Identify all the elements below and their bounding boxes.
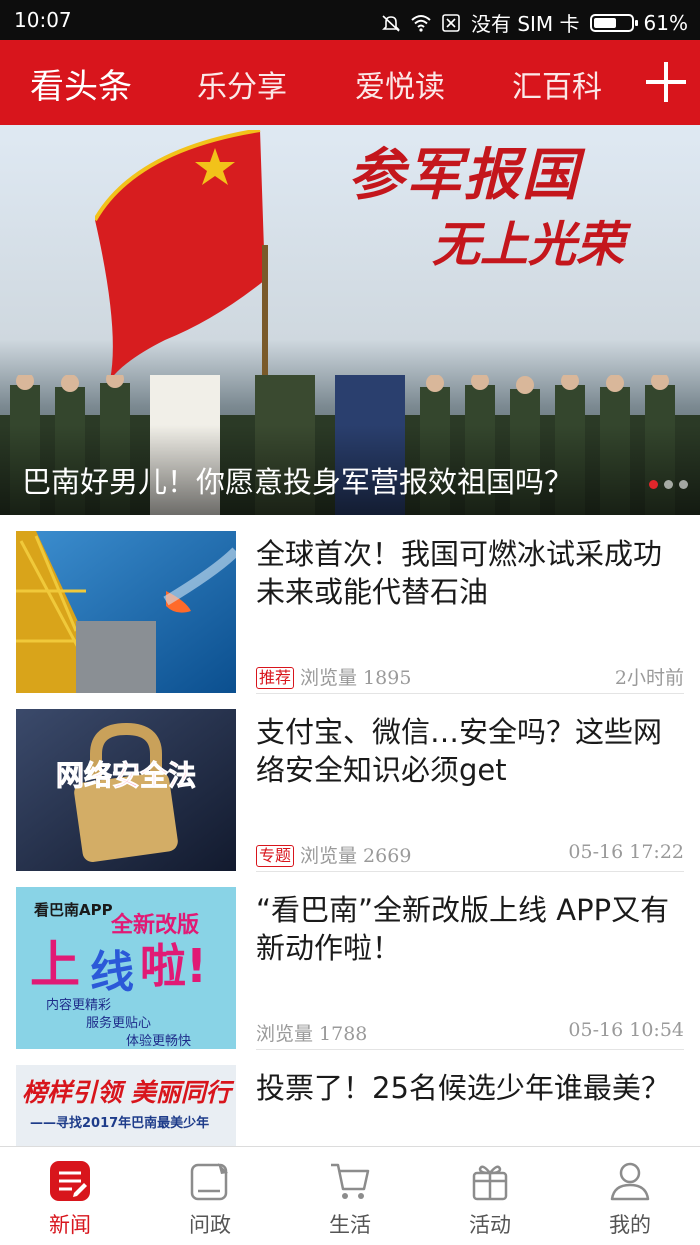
- thumbnail-text: 内容更精彩: [46, 997, 111, 1013]
- news-item[interactable]: 看巴南APP 全新改版 上 线 啦! 内容更精彩 服务更贴心 体验更畅快 “看巴…: [0, 871, 700, 1050]
- cart-icon: [331, 1163, 370, 1199]
- thumbnail-text: ——寻找2017年巴南最美少年: [30, 1115, 209, 1131]
- mute-icon: [382, 14, 400, 32]
- news-thumbnail: 网络安全法: [16, 709, 236, 871]
- thumbnail-text: 网络安全法: [56, 759, 196, 792]
- tab-inquiry[interactable]: 问政: [140, 1147, 280, 1245]
- news-item[interactable]: 网络安全法 支付宝、微信…安全吗？这些网络安全知识必须get 专题 浏览量 266…: [0, 693, 700, 872]
- tab-label: 我的: [609, 1213, 651, 1237]
- news-meta: 推荐 浏览量 1895 2小时前: [256, 663, 684, 691]
- top-nav: 看头条 乐分享 爱悦读 汇百科: [0, 40, 700, 125]
- news-thumbnail: [16, 531, 236, 693]
- news-title: 投票了！25名候选少年谁最美？: [256, 1071, 670, 1105]
- tab-label: 活动: [469, 1213, 511, 1237]
- thumbnail-text: 全新改版: [110, 912, 199, 938]
- thumbnail-text: 啦!: [140, 939, 207, 993]
- inquiry-icon: [190, 1163, 228, 1201]
- tab-wiki[interactable]: 汇百科: [512, 62, 602, 106]
- banner-carousel[interactable]: 参军报国 无上光荣 巴南好男儿！你愿意投身军营报效祖国吗？: [0, 125, 700, 515]
- view-count: 浏览量 2669: [300, 845, 412, 867]
- teen-vote-image: 榜样引领 美丽同行 ——寻找2017年巴南最美少年: [16, 1065, 236, 1146]
- publish-time: 05-16 17:22: [568, 841, 684, 863]
- news-meta: 浏览量 1788 05-16 10:54: [256, 1019, 684, 1047]
- wifi-icon: [411, 14, 431, 32]
- view-count: 浏览量 1788: [256, 1023, 368, 1045]
- publish-time: 05-16 10:54: [568, 1019, 684, 1041]
- status-indicators: 没有 SIM 卡 61%: [381, 8, 688, 37]
- news-title: 支付宝、微信…安全吗？这些网络安全知识必须get: [256, 715, 663, 787]
- bottom-tab-bar: 新闻 问政 生活 活动 我的: [0, 1146, 700, 1245]
- publish-time: 2小时前: [614, 667, 684, 689]
- tab-label: 问政: [189, 1213, 231, 1237]
- news-title: “看巴南”全新改版上线 APP又有新动作啦！: [256, 893, 670, 965]
- news-title: 全球首次！我国可燃冰试采成功 未来或能代替石油: [256, 537, 663, 609]
- thumbnail-text: 榜样引领 美丽同行: [22, 1078, 235, 1107]
- gift-icon: [472, 1165, 508, 1201]
- tab-share[interactable]: 乐分享: [197, 62, 287, 106]
- thumbnail-text: 体验更畅快: [126, 1033, 191, 1049]
- thumbnail-text: 看巴南APP: [34, 901, 113, 919]
- no-sim-icon: [442, 13, 460, 32]
- tab-label: 生活: [329, 1213, 371, 1237]
- tag-badge: 专题: [256, 845, 295, 867]
- news-icon: [50, 1161, 90, 1201]
- tab-profile[interactable]: 我的: [560, 1147, 700, 1245]
- tab-news[interactable]: 新闻: [0, 1147, 140, 1245]
- tab-activity[interactable]: 活动: [420, 1147, 560, 1245]
- news-meta: 专题 浏览量 2669 05-16 17:22: [256, 841, 684, 869]
- news-thumbnail: 看巴南APP 全新改版 上 线 啦! 内容更精彩 服务更贴心 体验更畅快: [16, 887, 236, 1049]
- battery-icon: [589, 13, 638, 32]
- drilling-platform-image: [16, 531, 236, 693]
- tab-life[interactable]: 生活: [280, 1147, 420, 1245]
- banner-slogan-1: 参军报国: [348, 142, 580, 208]
- news-item[interactable]: 榜样引领 美丽同行 ——寻找2017年巴南最美少年 投票了！25名候选少年谁最美…: [0, 1049, 700, 1146]
- battery-level: [593, 17, 616, 28]
- carousel-dot: [649, 480, 658, 489]
- plus-icon[interactable]: [646, 62, 686, 102]
- sim-status: 没有 SIM 卡: [470, 12, 580, 36]
- tag-badge: 推荐: [256, 667, 295, 689]
- app-promo-image: 看巴南APP 全新改版 上 线 啦! 内容更精彩 服务更贴心 体验更畅快: [16, 887, 236, 1049]
- status-time: 10:07: [14, 8, 72, 32]
- carousel-dot: [664, 480, 673, 489]
- profile-icon: [610, 1162, 650, 1201]
- status-bar: 10:07 没有 SIM 卡 61%: [0, 0, 700, 40]
- lock-image: 网络安全法: [16, 709, 236, 871]
- banner-slogan-2: 无上光荣: [432, 217, 625, 273]
- carousel-dot: [679, 480, 688, 489]
- thumbnail-text: 线: [90, 947, 134, 998]
- tab-read[interactable]: 爱悦读: [355, 62, 445, 106]
- news-item[interactable]: 全球首次！我国可燃冰试采成功 未来或能代替石油 推荐 浏览量 1895 2小时前: [0, 515, 700, 694]
- news-thumbnail: 榜样引领 美丽同行 ——寻找2017年巴南最美少年: [16, 1065, 236, 1146]
- carousel-dots: [649, 480, 688, 489]
- flag-image: [95, 130, 265, 380]
- view-count: 浏览量 1895: [300, 667, 412, 689]
- thumbnail-text: 上: [30, 936, 80, 994]
- tab-headlines[interactable]: 看头条: [30, 59, 132, 108]
- thumbnail-text: 服务更贴心: [86, 1015, 151, 1031]
- banner-caption: 巴南好男儿！你愿意投身军营报效祖国吗？: [22, 465, 574, 499]
- tab-label: 新闻: [49, 1213, 91, 1237]
- battery-percent: 61%: [643, 10, 688, 35]
